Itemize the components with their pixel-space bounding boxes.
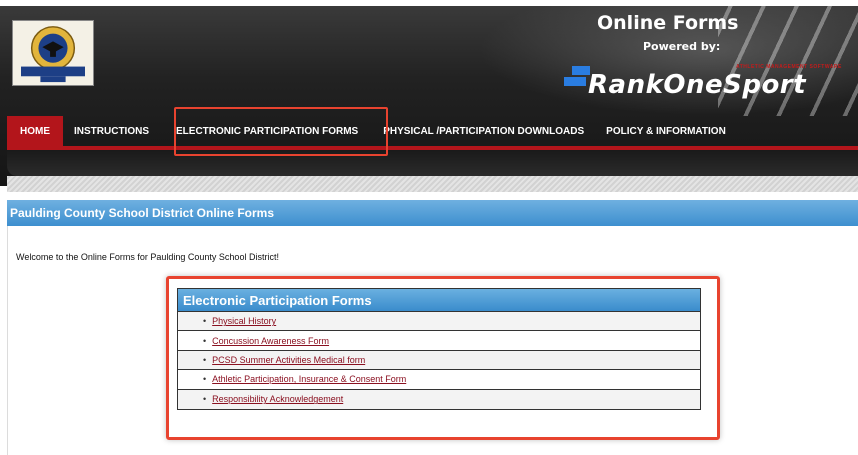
bullet-icon: • [203, 316, 207, 327]
list-item: • Athletic Participation, Insurance & Co… [178, 370, 700, 390]
content-left-rule [7, 226, 8, 455]
electronic-forms-panel: Electronic Participation Forms • Physica… [177, 288, 701, 410]
list-item: • Physical History [178, 312, 700, 332]
brand-squares-icon [564, 66, 590, 90]
nav-policy-information[interactable]: POLICY & INFORMATION [595, 116, 737, 146]
link-athletic-participation-form[interactable]: Athletic Participation, Insurance & Cons… [212, 374, 406, 384]
list-item: • Responsibility Acknowledgement [178, 389, 700, 409]
seal-icon [21, 26, 85, 83]
nav-bottom-bar [7, 150, 858, 176]
link-physical-history[interactable]: Physical History [212, 316, 276, 326]
page-title-band: Paulding County School District Online F… [7, 200, 858, 226]
list-item: • Concussion Awareness Form [178, 331, 700, 351]
link-summer-activities-medical-form[interactable]: PCSD Summer Activities Medical form [212, 355, 365, 365]
nav-highlight-box [174, 107, 388, 156]
district-seal-logo[interactable] [12, 20, 94, 86]
hatch-divider [7, 176, 858, 192]
bullet-icon: • [203, 394, 207, 405]
brand-name: RankOneSport [588, 70, 807, 100]
bullet-icon: • [203, 354, 207, 365]
forms-list: • Physical History • Concussion Awarenes… [178, 312, 700, 409]
list-item: • PCSD Summer Activities Medical form [178, 350, 700, 371]
brand-tagline: ATHLETIC MANAGEMENT SOFTWARE [736, 64, 842, 70]
forms-panel-heading: Electronic Participation Forms [178, 289, 700, 312]
nav-physical-participation-downloads[interactable]: PHYSICAL /PARTICIPATION DOWNLOADS [372, 116, 595, 146]
online-forms-title: Online Forms [597, 12, 739, 34]
rankonesport-logo[interactable]: RankOneSport ATHLETIC MANAGEMENT SOFTWAR… [564, 60, 844, 114]
powered-by-label: Powered by: [643, 40, 721, 53]
nav-instructions[interactable]: INSTRUCTIONS [63, 116, 160, 146]
link-concussion-awareness-form[interactable]: Concussion Awareness Form [212, 336, 329, 346]
main-nav: HOME INSTRUCTIONS ELECTRONIC PARTICIPATI… [7, 116, 858, 146]
nav-home[interactable]: HOME [7, 116, 63, 146]
bullet-icon: • [203, 374, 207, 385]
link-responsibility-acknowledgement[interactable]: Responsibility Acknowledgement [212, 394, 343, 404]
welcome-text: Welcome to the Online Forms for Paulding… [16, 252, 279, 262]
bullet-icon: • [203, 335, 207, 346]
